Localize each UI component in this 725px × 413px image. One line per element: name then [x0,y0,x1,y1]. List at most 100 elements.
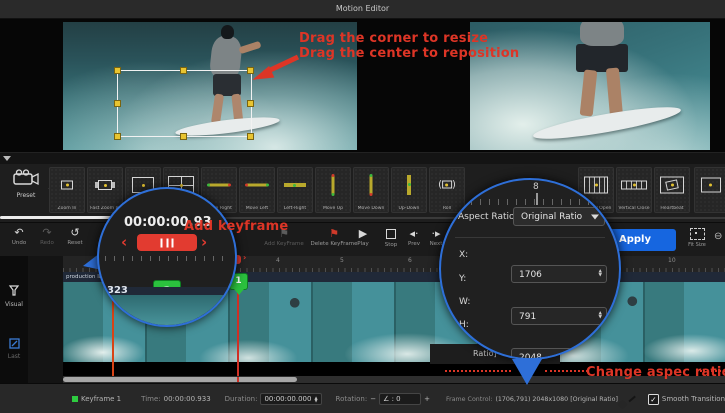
move-left-icon [246,184,268,187]
rotate-cw-button[interactable]: + [424,395,430,403]
magnifier-keyframe: 00:00:00.93 ‹ › 1 323 [97,187,237,327]
magnified-right-arrow: › [201,233,207,251]
preset-tile-move-down[interactable]: Move Down [353,167,389,213]
prev-keyframe-button[interactable]: ◂· Prev [402,227,426,247]
title-bar: Motion Editor [0,0,725,19]
preset-tile-left-right[interactable]: Left-Right [277,167,313,213]
stepper-icon[interactable]: ▲▼ [314,396,317,403]
h-field-label: H: [459,320,469,330]
annotation-add-keyframe: Add keyframe [184,219,288,234]
reset-icon: ↺ [62,226,88,239]
magnified-left-arrow: ‹ [121,233,127,251]
preset-tile-vertical-close[interactable]: Vertical Close [616,167,652,213]
rotation-control: Rotation: − ∠ : 0 + [336,393,430,405]
ruler-number: 4 [276,257,280,264]
resize-handle-e[interactable] [247,100,254,107]
chevron-down-icon [591,214,599,219]
undo-button[interactable]: ↶ Undo [6,226,32,246]
magnified-ruler-number: 8 [533,182,539,192]
resize-handle-se[interactable] [247,133,254,140]
divider [455,237,605,238]
time-readout: Time: 00:00:00.933 [141,395,211,403]
right-callout-pointer [510,357,544,387]
aspect-ratio-dropdown[interactable]: Original Ratio [513,207,605,226]
rotation-input[interactable]: ∠ : 0 [379,393,421,405]
y-field[interactable]: 791 ▲▼ [511,307,607,325]
play-button[interactable]: ▶ Play [350,227,376,247]
surfboard [532,101,683,145]
duration-input[interactable]: 00:00:00.000 ▲▼ [260,393,321,405]
window-title: Motion Editor [0,0,725,18]
preset-tile-roll[interactable]: () Roll [429,167,465,213]
redo-button[interactable]: ↷ Redo [34,226,60,246]
smooth-transition-checkbox[interactable]: ✓ [648,394,659,405]
annotation-dotted-line [545,370,588,372]
w-field-label: W: [459,297,470,307]
resize-handle-n[interactable] [180,67,187,74]
status-bar: Keyframe 1 Time: 00:00:00.933 Duration: … [0,383,725,413]
rotate-ccw-button[interactable]: − [370,395,376,403]
x-field[interactable]: 1706 ▲▼ [511,265,607,283]
annotation-arrow [248,43,306,83]
keyframe-indicator: Keyframe 1 [72,395,121,403]
visual-effects-icon [8,285,20,297]
preset-label: Preset [4,192,48,199]
magnified-ruler [105,251,229,261]
preset-tile-cutoff[interactable] [694,167,725,213]
keyframe-line [237,285,239,376]
left-right-icon [284,183,306,187]
collapse-arrow-icon[interactable] [3,156,11,161]
zoom-in-icon [61,181,73,190]
surfer-torso [580,22,624,46]
preset-toolbar: Preset ‹ Zoom In Fast Zoom In Zoom Out F… [0,164,725,222]
resize-handle-w[interactable] [114,100,121,107]
preset-tile-move-up[interactable]: Move Up [315,167,351,213]
annotation-change-ratio: Change aspec ratio [586,365,725,380]
annotation-drag-center: Drag the center to reposition [299,46,519,61]
x-field-label: X: [459,250,468,260]
resize-handle-sw[interactable] [114,133,121,140]
annotation-dotted-line [445,370,511,372]
fit-size-button[interactable]: Fit Size [684,228,710,248]
preset-button[interactable]: Preset [4,169,48,215]
preset-tile-up-down[interactable]: Up-Down [391,167,427,213]
surfer-shorts [576,44,628,72]
stepper-icon[interactable]: ▲▼ [599,270,602,278]
preset-tile-heartbeat[interactable]: Heartbeat [654,167,690,213]
ruler-number: 5 [340,257,344,264]
preset-tile-move-left[interactable]: Move Left [239,167,275,213]
timeline-scrollbar-thumb[interactable] [63,377,297,382]
camera-icon [13,169,39,187]
sidebar-item-last[interactable]: Last [0,334,28,360]
vertical-close-icon [621,181,647,190]
annotation-drag-corner: Drag the corner to resize [299,31,488,46]
fit-size-icon [690,228,705,240]
magnified-clip-fragment: 323 [107,285,128,296]
vertical-open-icon [584,177,608,194]
stop-icon [386,229,396,239]
stop-button[interactable]: Stop [378,227,404,248]
move-up-icon [332,175,335,195]
undo-icon: ↶ [6,226,32,239]
zoom-out-control-icon[interactable]: ⊖ [714,231,722,242]
scrubber-right-arrow[interactable]: › [243,253,246,262]
resize-handle-nw[interactable] [114,67,121,74]
duration-control: Duration: 00:00:00.000 ▲▼ [225,393,322,405]
play-icon: ▶ [350,227,376,240]
surfer-head [221,25,234,39]
reset-button[interactable]: ↺ Reset [62,226,88,246]
resize-handle-s[interactable] [180,133,187,140]
magnified-ruler [453,193,607,205]
stepper-icon[interactable]: ▲▼ [599,312,602,320]
magnified-thumbnails [99,295,235,325]
preset-tile-zoom-in[interactable]: Zoom In [49,167,85,213]
sidebar-item-visual[interactable]: Visual [0,282,28,308]
preview-pane-result [470,22,710,150]
keyframe-tick [237,377,239,382]
magnified-scrubber-handle [137,234,197,251]
crop-selection-box[interactable] [117,70,252,137]
motion-editor-window: Motion Editor [0,0,725,413]
move-down-icon [370,175,373,195]
magnified-ruler-major-tick [536,193,538,205]
heartbeat-icon [660,177,684,194]
